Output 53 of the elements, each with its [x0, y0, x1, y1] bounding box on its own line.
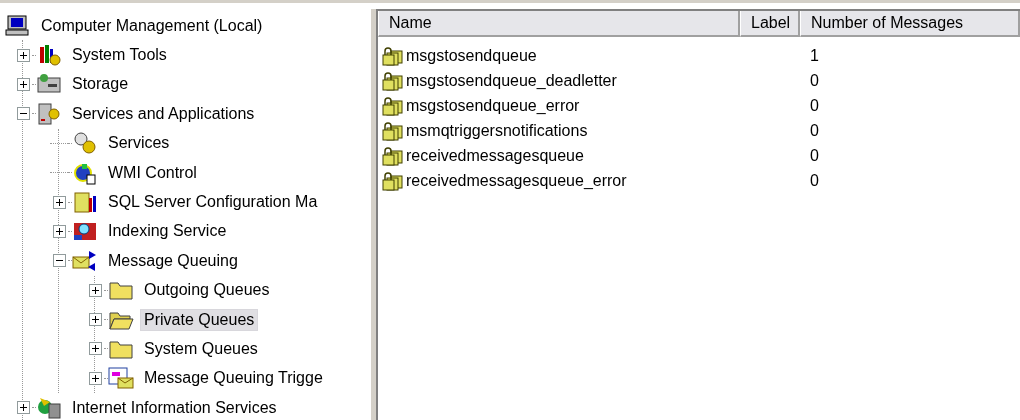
tree-item[interactable]: System Queues — [140, 338, 262, 360]
message-count: 0 — [810, 96, 819, 115]
queue-icon — [382, 95, 404, 116]
server-gear-icon — [36, 101, 62, 126]
tree-item[interactable]: Outgoing Queues — [140, 279, 274, 302]
message-count: 0 — [810, 71, 819, 90]
tree-item[interactable]: SQL Server Configuration Ma — [104, 191, 322, 214]
expand-icon[interactable] — [88, 371, 102, 385]
expand-icon[interactable] — [52, 195, 66, 209]
queue-icon — [382, 70, 404, 91]
queue-name: msgstosendqueue_error — [406, 96, 580, 115]
tree-item[interactable]: Indexing Service — [104, 220, 231, 243]
tree-item[interactable]: WMI Control — [104, 161, 201, 184]
queue-name: receivedmessagesqueue_error — [406, 171, 627, 190]
server-tools-icon — [72, 190, 98, 215]
expand-icon[interactable] — [52, 224, 66, 238]
message-count: 1 — [810, 46, 819, 65]
message-count: 0 — [810, 121, 819, 140]
computer-icon — [5, 13, 31, 38]
queue-icon — [382, 45, 404, 66]
expand-icon[interactable] — [16, 77, 30, 91]
message-count: 0 — [810, 171, 819, 190]
expand-icon[interactable] — [88, 342, 102, 356]
expand-icon[interactable] — [88, 283, 102, 297]
message-count: 0 — [810, 146, 819, 165]
expand-icon[interactable] — [16, 48, 30, 62]
gears-icon — [72, 131, 98, 156]
column-header[interactable]: Label — [740, 11, 800, 37]
tree-item[interactable]: Message Queuing — [104, 249, 242, 272]
tree-item[interactable]: Message Queuing Trigge — [140, 367, 327, 390]
queue-icon — [382, 120, 404, 141]
column-header[interactable]: Number of Messages — [800, 11, 1020, 37]
tree-item[interactable]: Computer Management (Local) — [37, 14, 267, 37]
collapse-icon[interactable] — [16, 107, 30, 121]
collapse-icon[interactable] — [52, 254, 66, 268]
queue-name: receivedmessagesqueue — [406, 146, 584, 165]
tree-item[interactable]: Private Queues — [140, 308, 259, 331]
column-header[interactable]: Name — [378, 11, 740, 37]
queue-name: msmqtriggersnotifications — [406, 121, 588, 140]
queue-icon — [382, 145, 404, 166]
expand-icon[interactable] — [16, 401, 30, 415]
expand-icon[interactable] — [88, 313, 102, 327]
envelope-window-icon — [108, 366, 134, 391]
tree-item[interactable]: Internet Information Services — [68, 396, 281, 419]
queue-icon — [382, 170, 404, 191]
queue-name: msgstosendqueue_deadletter — [406, 71, 617, 90]
envelope-arrows-icon — [72, 248, 98, 273]
tree-item[interactable]: Services and Applications — [68, 102, 259, 125]
tree-item[interactable]: Storage — [68, 73, 133, 96]
tree-item[interactable]: Services — [104, 132, 174, 155]
tree-item[interactable]: System Tools — [68, 44, 171, 67]
globe-server-icon — [36, 395, 62, 420]
queue-name: msgstosendqueue — [406, 46, 537, 65]
